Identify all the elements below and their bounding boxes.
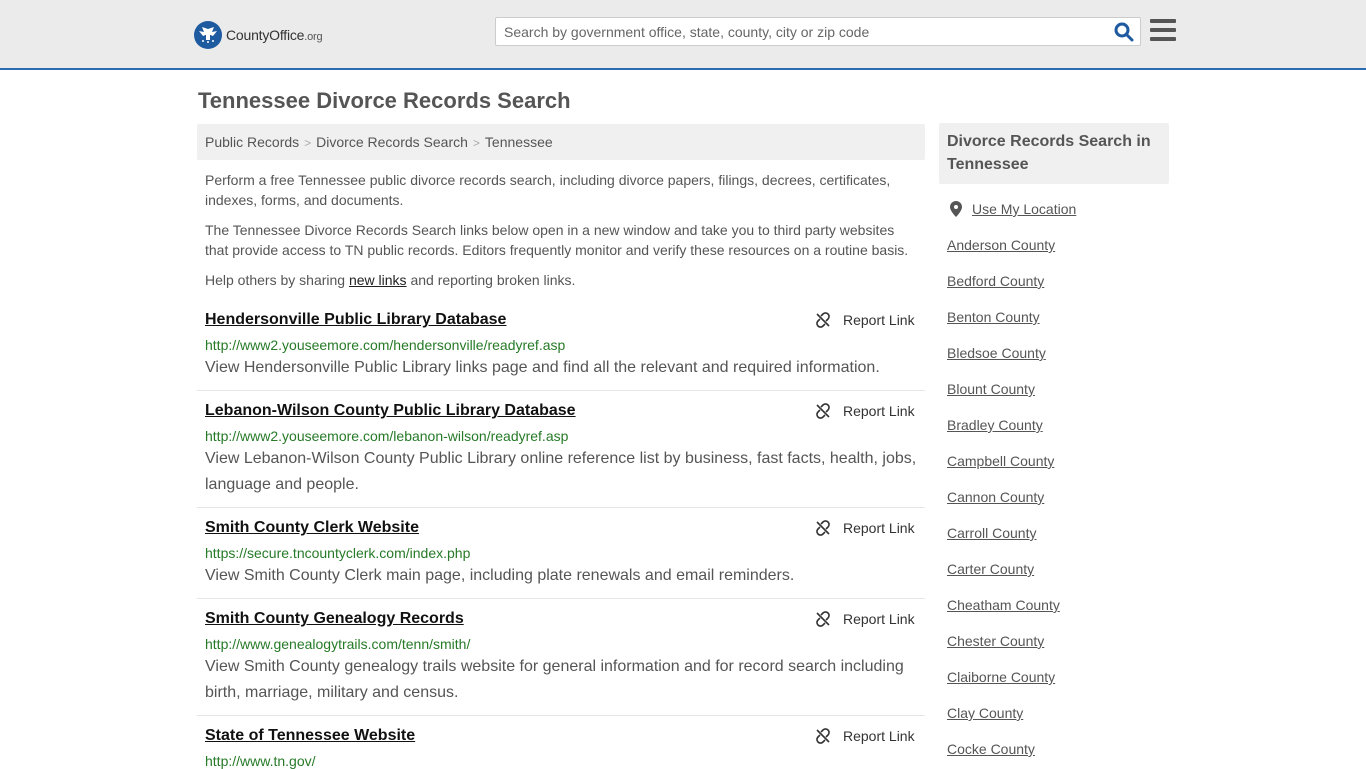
sidebar-county-link[interactable]: Cocke County xyxy=(947,741,1035,757)
result-item: Lebanon-Wilson County Public Library Dat… xyxy=(197,391,925,508)
broken-link-icon xyxy=(816,520,830,536)
result-description: View Smith County genealogy trails websi… xyxy=(205,658,904,701)
broken-link-icon xyxy=(816,728,830,744)
breadcrumb-tennessee[interactable]: Tennessee xyxy=(485,134,553,150)
sidebar-heading: Divorce Records Search in Tennessee xyxy=(939,123,1169,184)
sidebar-county-link[interactable]: Campbell County xyxy=(947,453,1054,469)
intro-paragraph-1: Perform a free Tennessee public divorce … xyxy=(205,172,891,208)
result-description: View Smith County Clerk main page, inclu… xyxy=(205,567,795,584)
breadcrumb: Public Records > Divorce Records Search > Te… xyxy=(197,124,925,160)
sidebar-county-link[interactable]: Clay County xyxy=(947,705,1023,721)
hamburger-menu-icon[interactable] xyxy=(1150,19,1176,43)
result-description: View Lebanon-Wilson County Public Librar… xyxy=(205,450,917,493)
report-link-button[interactable]: Report Link xyxy=(815,728,915,744)
report-link-label: Report Link xyxy=(843,403,915,419)
search-icon[interactable] xyxy=(1114,22,1134,42)
report-link-label: Report Link xyxy=(843,611,915,627)
result-title-link[interactable]: Smith County Clerk Website xyxy=(205,519,419,537)
sidebar-county-link[interactable]: Chester County xyxy=(947,633,1044,649)
result-title-link[interactable]: State of Tennessee Website xyxy=(205,727,415,745)
sidebar-county-link[interactable]: Blount County xyxy=(947,381,1035,397)
sidebar-county-link[interactable]: Benton County xyxy=(947,309,1040,325)
breadcrumb-public-records[interactable]: Public Records xyxy=(205,134,299,150)
sidebar-county-link[interactable]: Cheatham County xyxy=(947,597,1060,613)
sidebar-county-link[interactable]: Bledsoe County xyxy=(947,345,1046,361)
result-title-link[interactable]: Smith County Genealogy Records xyxy=(205,610,464,628)
broken-link-icon xyxy=(816,403,830,419)
report-link-button[interactable]: Report Link xyxy=(815,403,915,419)
broken-link-icon xyxy=(816,312,830,328)
result-url[interactable]: https://secure.tncountyclerk.com/index.p… xyxy=(205,545,470,561)
result-url[interactable]: http://www.genealogytrails.com/tenn/smit… xyxy=(205,636,470,652)
result-description: View Hendersonville Public Library links… xyxy=(205,359,880,376)
result-item: Hendersonville Public Library Database R… xyxy=(197,300,925,391)
result-url[interactable]: http://www.tn.gov/ xyxy=(205,753,316,769)
report-link-button[interactable]: Report Link xyxy=(815,611,915,627)
search-input[interactable] xyxy=(496,18,1096,45)
intro-text: Help others by sharing xyxy=(205,272,349,288)
breadcrumb-separator-icon: > xyxy=(304,136,312,150)
sidebar-county-link[interactable]: Bedford County xyxy=(947,273,1044,289)
sidebar-county-link[interactable]: Claiborne County xyxy=(947,669,1055,685)
sidebar-county-link[interactable]: Anderson County xyxy=(947,237,1055,253)
sidebar-county-link[interactable]: Cannon County xyxy=(947,489,1044,505)
map-pin-icon xyxy=(950,201,962,217)
result-title-link[interactable]: Lebanon-Wilson County Public Library Dat… xyxy=(205,402,576,420)
use-my-location-label: Use My Location xyxy=(972,201,1077,217)
result-item: State of Tennessee Website Report Link h… xyxy=(197,716,925,769)
result-item: Smith County Genealogy Records Report Li… xyxy=(197,599,925,716)
search-box xyxy=(495,17,1141,46)
logo-text: CountyOffice xyxy=(226,27,305,43)
report-link-label: Report Link xyxy=(843,312,915,328)
breadcrumb-divorce-records-search[interactable]: Divorce Records Search xyxy=(316,134,468,150)
broken-link-icon xyxy=(816,611,830,627)
logo-suffix: .org xyxy=(304,31,323,43)
eagle-logo-icon xyxy=(194,21,222,49)
result-url[interactable]: http://www2.youseemore.com/lebanon-wilso… xyxy=(205,428,568,444)
site-logo[interactable]: CountyOffice.org xyxy=(194,20,323,50)
report-link-button[interactable]: Report Link xyxy=(815,312,915,328)
page-title: Tennessee Divorce Records Search xyxy=(198,88,571,113)
report-link-label: Report Link xyxy=(843,728,915,744)
sidebar-county-link[interactable]: Bradley County xyxy=(947,417,1043,433)
result-title-link[interactable]: Hendersonville Public Library Database xyxy=(205,311,506,329)
use-my-location-link[interactable]: Use My Location xyxy=(947,201,1076,217)
new-links-link[interactable]: new links xyxy=(349,272,407,288)
result-url[interactable]: http://www2.youseemore.com/hendersonvill… xyxy=(205,337,565,353)
intro-paragraph-2: The Tennessee Divorce Records Search lin… xyxy=(205,222,909,258)
report-link-button[interactable]: Report Link xyxy=(815,520,915,536)
top-header-bar: CountyOffice.org xyxy=(0,0,1366,70)
sidebar-county-link[interactable]: Carter County xyxy=(947,561,1034,577)
intro-text: and reporting broken links. xyxy=(406,272,576,288)
result-item: Smith County Clerk Website Report Link h… xyxy=(197,508,925,599)
intro-paragraph-3: Help others by sharing new links and rep… xyxy=(205,270,920,290)
sidebar-county-link[interactable]: Carroll County xyxy=(947,525,1036,541)
breadcrumb-separator-icon: > xyxy=(472,136,480,150)
report-link-label: Report Link xyxy=(843,520,915,536)
